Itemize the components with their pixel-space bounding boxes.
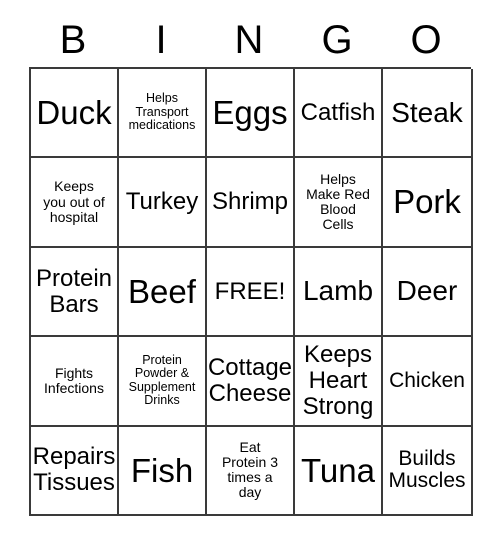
bingo-cell-r2c4[interactable]: Helps Make Red Blood Cells xyxy=(295,158,383,248)
bingo-card: B I N G O Duck Helps Transport medications Egg… xyxy=(0,0,500,544)
bingo-cell-r5c1[interactable]: Repairs Tissues xyxy=(31,426,119,517)
bingo-cell-r4c3[interactable]: Cottage Cheese xyxy=(207,337,295,427)
bingo-cell-r4c1[interactable]: Fights Infections xyxy=(31,337,119,427)
bingo-row: Keeps you out of hospital Turkey Shrimp Hel… xyxy=(31,158,473,248)
bingo-header-letter-i: I xyxy=(155,18,167,62)
bingo-cell-r4c2[interactable]: Protein Powder & Supplement Drinks xyxy=(119,337,207,427)
bingo-cell-r3c5[interactable]: Deer xyxy=(383,247,473,338)
bingo-cell-r2c2[interactable]: Turkey xyxy=(119,158,207,248)
bingo-cell-r2c5[interactable]: Pork xyxy=(383,158,473,248)
bingo-row: Duck Helps Transport medications Eggs Catfi… xyxy=(31,69,473,159)
bingo-row: Fights Infections Protein Powder & Supple… xyxy=(31,337,473,427)
bingo-cell-r1c3[interactable]: Eggs xyxy=(207,69,295,159)
bingo-cell-r1c1[interactable]: Duck xyxy=(31,69,119,159)
bingo-header-letter-b: B xyxy=(59,18,87,62)
bingo-cell-r3c1[interactable]: Protein Bars xyxy=(31,247,119,338)
bingo-cell-r2c1[interactable]: Keeps you out of hospital xyxy=(31,158,119,248)
bingo-cell-r1c5[interactable]: Steak xyxy=(383,69,473,159)
bingo-header-letter-g: G xyxy=(321,18,353,62)
bingo-cell-r3c3[interactable]: FREE! xyxy=(207,247,295,338)
bingo-cell-r5c3[interactable]: Eat Protein 3 times a day xyxy=(207,426,295,517)
bingo-cell-r1c2[interactable]: Helps Transport medications xyxy=(119,69,207,159)
bingo-cell-r1c4[interactable]: Catfish xyxy=(295,69,383,159)
bingo-header-row: BINGO xyxy=(29,14,471,66)
bingo-cell-r4c4[interactable]: Keeps Heart Strong xyxy=(295,337,383,427)
bingo-row: Protein Bars Beef FREE! Lamb Deer xyxy=(31,247,473,338)
bingo-cell-r5c5[interactable]: Builds Muscles xyxy=(383,426,473,517)
bingo-cell-r3c2[interactable]: Beef xyxy=(119,247,207,338)
bingo-grid: Duck Helps Transport medications Eggs Catfi… xyxy=(29,67,473,517)
bingo-cell-r5c2[interactable]: Fish xyxy=(119,426,207,517)
bingo-cell-r5c4[interactable]: Tuna xyxy=(295,426,383,517)
bingo-header-letter-n: N xyxy=(234,18,264,62)
bingo-cell-r2c3[interactable]: Shrimp xyxy=(207,158,295,248)
bingo-row: Repairs Tissues Fish Eat Protein 3 times a… xyxy=(31,426,473,517)
bingo-cell-r4c5[interactable]: Chicken xyxy=(383,337,473,427)
bingo-header-letter-o: O xyxy=(410,18,442,62)
bingo-cell-r3c4[interactable]: Lamb xyxy=(295,247,383,338)
